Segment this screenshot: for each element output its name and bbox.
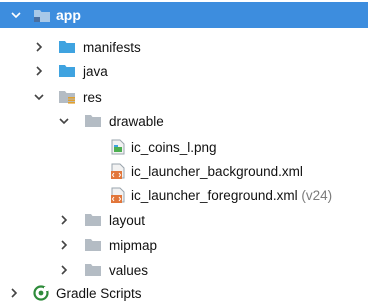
- tree-label-file: ic_launcher_foreground.xml (v24): [131, 188, 332, 203]
- resources-folder-icon: [58, 90, 76, 105]
- tree-label-file: ic_coins_l.png: [131, 139, 217, 155]
- folder-icon: [58, 64, 76, 78]
- chevron-down-icon[interactable]: [33, 91, 45, 103]
- tree-node-mipmap[interactable]: mipmap: [0, 232, 368, 258]
- module-folder-icon: [33, 8, 51, 23]
- tree-label-gradle-scripts: Gradle Scripts: [56, 285, 142, 301]
- tree-node-app[interactable]: app: [0, 2, 368, 28]
- chevron-down-icon[interactable]: [10, 9, 22, 21]
- tree-label-file: ic_launcher_background.xml: [131, 163, 303, 179]
- chevron-down-icon[interactable]: [58, 115, 70, 127]
- folder-icon: [84, 213, 102, 227]
- tree-node-drawable[interactable]: drawable: [0, 108, 368, 134]
- chevron-right-icon[interactable]: [58, 239, 70, 251]
- chevron-right-icon[interactable]: [33, 41, 45, 53]
- tree-label-values: values: [109, 262, 149, 278]
- tree-file-xml[interactable]: ic_launcher_foreground.xml (v24): [0, 182, 368, 208]
- xml-file-icon: [111, 187, 125, 203]
- tree-node-manifests[interactable]: manifests: [0, 34, 368, 60]
- file-name: ic_launcher_foreground.xml: [131, 187, 298, 203]
- version-qualifier: (v24): [301, 187, 333, 203]
- chevron-right-icon[interactable]: [58, 214, 70, 226]
- folder-icon: [84, 263, 102, 277]
- tree-node-java[interactable]: java: [0, 58, 368, 84]
- xml-file-icon: [111, 163, 125, 179]
- tree-label-res: res: [83, 89, 102, 105]
- folder-icon: [84, 238, 102, 252]
- chevron-right-icon[interactable]: [58, 264, 70, 276]
- tree-label-mipmap: mipmap: [109, 237, 158, 253]
- chevron-right-icon[interactable]: [8, 287, 20, 299]
- gradle-icon: [33, 285, 49, 301]
- tree-file-png[interactable]: ic_coins_l.png: [0, 134, 368, 160]
- tree-label-layout: layout: [109, 212, 146, 228]
- image-file-icon: [111, 139, 125, 155]
- tree-label-java: java: [83, 63, 108, 79]
- tree-label-drawable: drawable: [109, 113, 164, 129]
- chevron-right-icon[interactable]: [33, 65, 45, 77]
- folder-icon: [84, 114, 102, 128]
- tree-node-gradle-scripts[interactable]: Gradle Scripts: [0, 280, 368, 306]
- tree-node-res[interactable]: res: [0, 84, 368, 110]
- tree-label-manifests: manifests: [83, 39, 141, 55]
- tree-file-xml[interactable]: ic_launcher_background.xml: [0, 158, 368, 184]
- tree-label-app: app: [56, 7, 81, 23]
- folder-icon: [58, 40, 76, 54]
- tree-node-layout[interactable]: layout: [0, 207, 368, 233]
